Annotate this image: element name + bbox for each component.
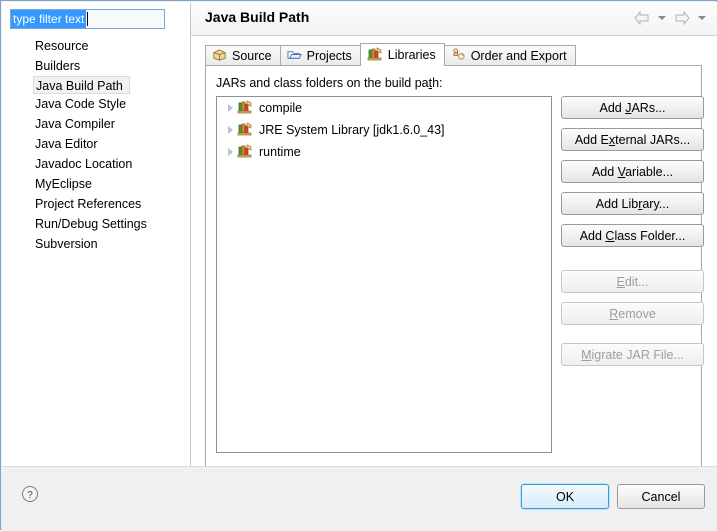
sidebar-item-label: Resource: [35, 39, 89, 53]
tab-order-and-export[interactable]: Order and Export: [443, 45, 576, 66]
libraries-books-icon: [367, 46, 383, 65]
sidebar-item-label: MyEclipse: [35, 177, 92, 191]
remove-button: Remove: [561, 302, 704, 325]
sidebar-item-label: Java Code Style: [35, 97, 127, 111]
button-label-mnemonic: E: [616, 274, 625, 289]
tab-label: Order and Export: [470, 49, 567, 63]
sidebar-item-label: Java Compiler: [35, 117, 115, 131]
library-icon: [237, 143, 253, 162]
filter-input[interactable]: [10, 9, 165, 29]
tab-libraries[interactable]: Libraries: [359, 43, 445, 66]
sidebar-item-label: Project References: [35, 197, 142, 211]
build-path-tabs: Source Projects Libraries Order and Export: [205, 43, 576, 66]
expand-triangle-icon[interactable]: [223, 148, 237, 156]
tab-label: Projects: [306, 49, 352, 63]
button-label-post: ary...: [642, 196, 670, 211]
jar-list-label-pre: JARs and class folders on the build pa: [216, 76, 429, 90]
order-export-icon: [451, 47, 466, 65]
jar-list-row[interactable]: compile: [217, 97, 551, 119]
sidebar-item-java-compiler[interactable]: Java Compiler: [2, 114, 191, 134]
button-label-post: emove: [618, 306, 656, 321]
button-label-pre: Add Lib: [595, 196, 639, 211]
jar-list-row[interactable]: JRE System Library [jdk1.6.0_43]: [217, 119, 551, 141]
libraries-tab-panel: JARs and class folders on the build path…: [205, 65, 704, 467]
back-arrow-icon[interactable]: [632, 8, 652, 28]
sidebar-item-label: Javadoc Location: [35, 157, 133, 171]
sidebar-item-resource[interactable]: Resource: [2, 36, 191, 56]
sidebar-item-label: Java Editor: [35, 137, 98, 151]
sidebar-item-label: Builders: [35, 59, 81, 73]
sidebar-item-java-code-style[interactable]: Java Code Style: [2, 94, 191, 114]
add-variable-button[interactable]: Add Variable...: [561, 160, 704, 183]
button-label-pre: Add: [579, 228, 606, 243]
tab-source[interactable]: Source: [205, 45, 281, 66]
navigation-controls: [632, 8, 709, 28]
projects-folder-icon: [287, 47, 302, 65]
back-dropdown-icon[interactable]: [655, 8, 669, 28]
forward-dropdown-icon[interactable]: [695, 8, 709, 28]
jar-list-label-post: h:: [432, 76, 443, 90]
sidebar-item-label: Java Build Path: [36, 79, 123, 93]
button-label-pre: Add: [591, 164, 618, 179]
sidebar-item-java-editor[interactable]: Java Editor: [2, 134, 191, 154]
forward-arrow-icon[interactable]: [672, 8, 692, 28]
footer-buttons: OK Cancel: [521, 484, 705, 509]
settings-sidebar: type filter text Resource Builders Java Bu…: [2, 2, 191, 466]
page-title: Java Build Path: [205, 9, 310, 25]
tab-label: Source: [232, 49, 272, 63]
sidebar-item-label: Run/Debug Settings: [35, 217, 147, 231]
button-label-post: lass Folder...: [614, 228, 686, 243]
library-icon: [237, 121, 253, 140]
sidebar-item-run-debug-settings[interactable]: Run/Debug Settings: [2, 214, 191, 234]
sidebar-item-project-references[interactable]: Project References: [2, 194, 191, 214]
sidebar-item-builders[interactable]: Builders: [2, 56, 191, 76]
library-icon: [237, 99, 253, 118]
page-header: Java Build Path: [191, 2, 717, 36]
sidebar-item-java-build-path[interactable]: Java Build Path: [33, 76, 130, 94]
svg-text:?: ?: [27, 490, 33, 501]
jar-list-row-label: runtime: [259, 145, 301, 159]
button-label-post: igrate JAR File...: [591, 347, 684, 362]
button-label-pre: Add: [599, 100, 626, 115]
expand-triangle-icon[interactable]: [223, 126, 237, 134]
properties-dialog: type filter text Resource Builders Java Bu…: [0, 0, 717, 531]
sidebar-item-subversion[interactable]: Subversion: [2, 234, 191, 254]
add-external-jars-button[interactable]: Add External JARs...: [561, 128, 704, 151]
button-label-post: ternal JARs...: [615, 132, 691, 147]
tab-projects[interactable]: Projects: [279, 45, 361, 66]
button-label-post: ariable...: [625, 164, 674, 179]
ok-button[interactable]: OK: [521, 484, 609, 509]
migrate-jar-file-button: Migrate JAR File...: [561, 343, 704, 366]
jar-list-row[interactable]: runtime: [217, 141, 551, 163]
filter-field-wrapper: type filter text: [10, 9, 165, 29]
jar-list-row-label: compile: [259, 101, 303, 115]
jar-list[interactable]: compile JRE System Library [jdk1.6.0_43]r…: [216, 96, 552, 453]
button-label-pre: Add E: [574, 132, 609, 147]
sidebar-item-label: Subversion: [35, 237, 98, 251]
add-jars-button[interactable]: Add JARs...: [561, 96, 704, 119]
edit-button: Edit...: [561, 270, 704, 293]
button-label-post: ARs...: [631, 100, 666, 115]
button-label-post: dit...: [624, 274, 649, 289]
tab-label: Libraries: [387, 48, 436, 62]
dialog-body: type filter text Resource Builders Java Bu…: [2, 2, 717, 467]
library-action-buttons: Add JARs... Add External JARs... Add Varia…: [561, 96, 704, 375]
sidebar-item-javadoc-location[interactable]: Javadoc Location: [2, 154, 191, 174]
source-package-icon: [212, 47, 227, 65]
jar-list-row-label: JRE System Library [jdk1.6.0_43]: [259, 123, 445, 137]
button-label-mnemonic: V: [617, 164, 626, 179]
jar-list-label: JARs and class folders on the build path…: [216, 76, 443, 90]
help-question-icon[interactable]: ?: [21, 485, 39, 503]
expand-triangle-icon[interactable]: [223, 104, 237, 112]
cancel-button[interactable]: Cancel: [617, 484, 705, 509]
settings-page: Java Build Path Source Projects Librarie…: [191, 2, 717, 467]
button-label-mnemonic: R: [609, 306, 619, 321]
sidebar-item-myeclipse[interactable]: MyEclipse: [2, 174, 191, 194]
add-class-folder-button[interactable]: Add Class Folder...: [561, 224, 704, 247]
button-label-mnemonic: M: [581, 347, 592, 362]
settings-tree: Resource Builders Java Build Path Java Code…: [2, 36, 191, 254]
add-library-button[interactable]: Add Library...: [561, 192, 704, 215]
